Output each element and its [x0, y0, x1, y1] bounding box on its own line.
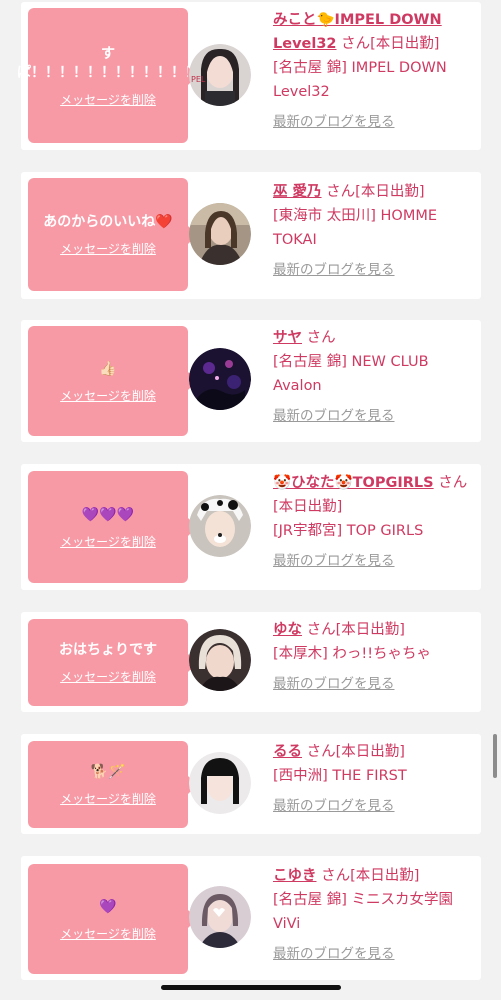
delete-message-link[interactable]: メッセージを削除 — [60, 242, 156, 256]
cast-name-link[interactable]: 巫 愛乃 — [273, 184, 322, 200]
cast-info: 巫 愛乃 さん[本日出勤] [東海市 太田川] HOMME TOKAI 最新のブ… — [273, 180, 473, 282]
latest-blog-link[interactable]: 最新のブログを見る — [273, 404, 473, 428]
message-card: すぱ！！！！！！！！！！！！ メッセージを削除 PEL みこと🐤IMPEL DO… — [17, 2, 481, 150]
cast-name-link[interactable]: こゆき — [273, 868, 317, 884]
avatar[interactable] — [189, 495, 251, 557]
delete-message-link[interactable]: メッセージを削除 — [60, 792, 156, 806]
shop-name: [名古屋 錦] ミニスカ女学園ViVi — [273, 892, 454, 932]
avatar[interactable] — [189, 348, 251, 410]
status-badge: [本日出勤] — [350, 868, 420, 884]
cast-name-link[interactable]: るる — [273, 744, 302, 760]
cast-name-link[interactable]: サヤ — [273, 330, 302, 346]
message-bubble: すぱ！！！！！！！！！！！！ メッセージを削除 — [17, 8, 199, 143]
message-card: 💜💜💜 メッセージを削除 🤡ひなた🤡TOPGIRLS さん [本日出勤] [JR宇… — [21, 464, 481, 590]
svg-text:PEL: PEL — [191, 75, 206, 84]
latest-blog-link[interactable]: 最新のブログを見る — [273, 942, 473, 966]
honorific: さん — [341, 36, 371, 52]
latest-blog-link[interactable]: 最新のブログを見る — [273, 258, 473, 282]
delete-message-link[interactable]: メッセージを削除 — [60, 93, 156, 107]
latest-blog-link[interactable]: 最新のブログを見る — [273, 672, 473, 696]
message-card: おはちょりです メッセージを削除 ゆな さん[本日出勤] [本厚木] わっ!!ち… — [21, 612, 481, 712]
message-card: 👍🏻 メッセージを削除 サヤ さん [名古屋 錦] NEW CLUB Avalo… — [21, 320, 481, 442]
cast-info: 🤡ひなた🤡TOPGIRLS さん [本日出勤] [JR宇都宮] TOP GIRLS… — [273, 471, 473, 573]
delete-message-link[interactable]: メッセージを削除 — [60, 389, 156, 403]
status-badge: [本日出勤] — [273, 499, 343, 515]
latest-blog-link[interactable]: 最新のブログを見る — [273, 794, 473, 818]
message-bubble: おはちょりです メッセージを削除 — [28, 619, 197, 706]
message-text: 👍🏻 — [99, 360, 117, 377]
cast-info: こゆき さん[本日出勤] [名古屋 錦] ミニスカ女学園ViVi 最新のブログを… — [273, 864, 473, 966]
shop-name: [本厚木] わっ!!ちゃちゃ — [273, 646, 432, 662]
delete-message-link[interactable]: メッセージを削除 — [60, 670, 156, 684]
message-text: すぱ！！！！！！！！！！！！ — [17, 45, 199, 81]
honorific: さん — [306, 330, 336, 346]
cast-info: サヤ さん [名古屋 錦] NEW CLUB Avalon 最新のブログを見る — [273, 326, 473, 428]
cast-info: ゆな さん[本日出勤] [本厚木] わっ!!ちゃちゃ 最新のブログを見る — [273, 618, 473, 696]
status-badge: [本日出勤] — [335, 622, 405, 638]
avatar[interactable] — [189, 629, 251, 691]
status-badge: [本日出勤] — [370, 36, 440, 52]
delete-message-link[interactable]: メッセージを削除 — [60, 535, 156, 549]
message-bubble: 🐕🪄 メッセージを削除 — [28, 741, 197, 828]
status-badge: [本日出勤] — [355, 184, 425, 200]
latest-blog-link[interactable]: 最新のブログを見る — [273, 549, 473, 573]
honorific: さん — [321, 868, 351, 884]
message-text: おはちょりです — [59, 642, 157, 658]
message-text: 💜 — [99, 898, 117, 915]
shop-name: [JR宇都宮] TOP GIRLS — [273, 523, 424, 539]
message-card: 🐕🪄 メッセージを削除 るる さん[本日出勤] [西中洲] THE FIRST … — [21, 734, 481, 834]
message-bubble: 👍🏻 メッセージを削除 — [28, 326, 197, 436]
cast-info: みこと🐤IMPEL DOWN Level32 さん[本日出勤] [名古屋 錦] … — [273, 8, 473, 134]
honorific: さん — [306, 622, 336, 638]
honorific: さん — [306, 744, 336, 760]
honorific: さん — [438, 475, 468, 491]
avatar[interactable] — [189, 886, 251, 948]
latest-blog-link[interactable]: 最新のブログを見る — [273, 110, 473, 134]
message-text: 🐕🪄 — [90, 764, 126, 780]
message-card: あのからのいいね❤️ メッセージを削除 巫 愛乃 さん[本日出勤] [東海市 太… — [21, 172, 481, 299]
honorific: さん — [326, 184, 356, 200]
cast-name-link[interactable]: 🤡ひなた🤡TOPGIRLS — [273, 475, 434, 491]
shop-name: [西中洲] THE FIRST — [273, 768, 407, 784]
avatar[interactable] — [189, 203, 251, 265]
message-text: 💜💜💜 — [81, 506, 135, 523]
avatar[interactable]: PEL — [189, 44, 251, 106]
cast-info: るる さん[本日出勤] [西中洲] THE FIRST 最新のブログを見る — [273, 740, 473, 818]
shop-name: [名古屋 錦] IMPEL DOWN Level32 — [273, 60, 447, 100]
cast-name-link[interactable]: ゆな — [273, 622, 302, 638]
message-text: あのからのいいね❤️ — [43, 214, 173, 230]
avatar[interactable] — [189, 752, 251, 814]
status-badge: [本日出勤] — [335, 744, 405, 760]
shop-name: [名古屋 錦] NEW CLUB Avalon — [273, 354, 429, 394]
scrollbar-thumb[interactable] — [493, 734, 497, 778]
message-bubble: 💜💜💜 メッセージを削除 — [28, 471, 197, 583]
home-indicator[interactable] — [161, 985, 341, 990]
shop-name: [東海市 太田川] HOMME TOKAI — [273, 208, 438, 248]
message-bubble: あのからのいいね❤️ メッセージを削除 — [28, 178, 197, 291]
message-card: 💜 メッセージを削除 こゆき さん[本日出勤] [名古屋 錦] ミニスカ女学園V… — [21, 856, 481, 980]
message-bubble: 💜 メッセージを削除 — [28, 864, 197, 974]
delete-message-link[interactable]: メッセージを削除 — [60, 927, 156, 941]
